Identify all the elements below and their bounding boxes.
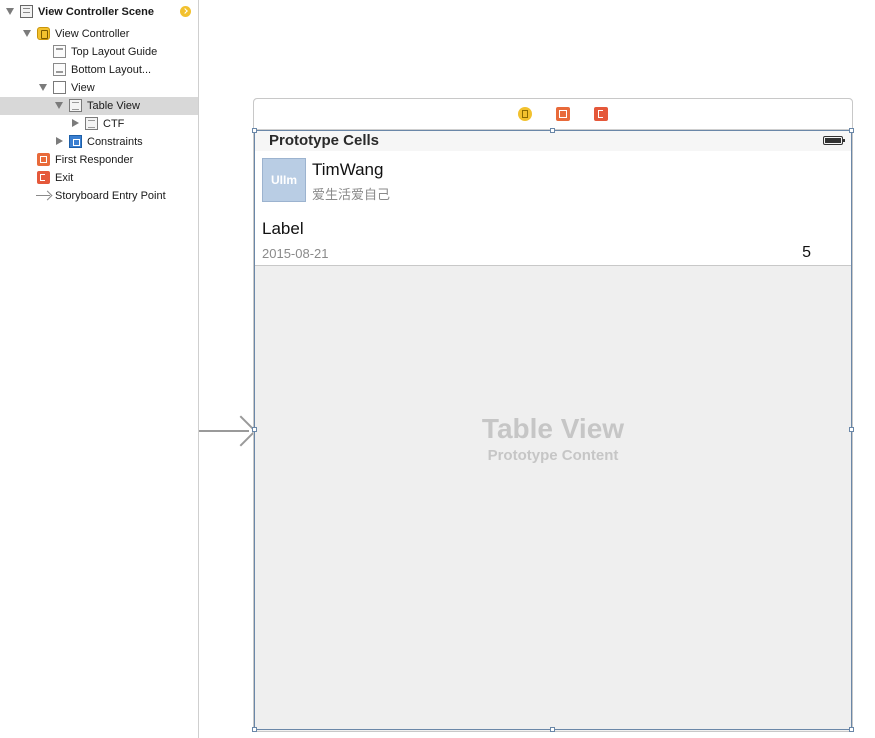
table-cell[interactable]: UIIm TimWang 爱生活爱自己 bbox=[255, 151, 851, 213]
view-controller-icon bbox=[37, 27, 50, 40]
outline-item-label: Table View bbox=[87, 100, 140, 112]
entry-arrow-icon bbox=[36, 191, 52, 201]
outline-row-storyboard-entry-point[interactable]: Storyboard Entry Point bbox=[0, 187, 198, 205]
constraints-icon bbox=[69, 135, 82, 148]
resize-handle[interactable] bbox=[849, 727, 854, 732]
outline-row-view[interactable]: View bbox=[0, 79, 198, 97]
exit-icon bbox=[37, 171, 50, 184]
cell-date-label[interactable]: 2015-08-21 bbox=[262, 246, 329, 261]
document-outline: View Controller Scene View Controller To… bbox=[0, 0, 199, 738]
disclosure-triangle-icon[interactable] bbox=[39, 84, 47, 91]
cell-title-label[interactable]: TimWang bbox=[312, 160, 383, 180]
resize-handle[interactable] bbox=[550, 128, 555, 133]
table-view[interactable]: Prototype Cells UIIm TimWang 爱生活爱自己 Labe… bbox=[252, 128, 854, 732]
view-controller-icon[interactable] bbox=[518, 107, 532, 121]
outline-item-label: First Responder bbox=[55, 154, 134, 166]
outline-row-exit[interactable]: Exit bbox=[0, 169, 198, 187]
table-view-placeholder: Table View Prototype Content bbox=[255, 413, 851, 464]
view-icon bbox=[53, 81, 66, 94]
disclosure-triangle-icon[interactable] bbox=[23, 30, 31, 37]
outline-item-label: Top Layout Guide bbox=[71, 46, 158, 58]
layout-guide-icon bbox=[53, 45, 66, 58]
disclosure-triangle-icon[interactable] bbox=[55, 102, 63, 109]
outline-item-label: Bottom Layout... bbox=[71, 64, 152, 76]
outline-row-bottom-layout-guide[interactable]: Bottom Layout... bbox=[0, 61, 198, 79]
scene-icon bbox=[20, 5, 33, 18]
first-responder-icon[interactable] bbox=[556, 107, 570, 121]
disclosure-triangle-icon[interactable] bbox=[6, 8, 14, 15]
layout-guide-icon bbox=[53, 63, 66, 76]
outline-item-label: View bbox=[71, 82, 95, 94]
resize-handle[interactable] bbox=[550, 727, 555, 732]
first-responder-icon bbox=[37, 153, 50, 166]
scene-dock bbox=[254, 99, 852, 130]
outline-item-label: View Controller bbox=[55, 28, 130, 40]
storyboard-entry-arrow[interactable] bbox=[199, 414, 257, 448]
cell-subtitle-label[interactable]: 爱生活爱自己 bbox=[312, 184, 390, 203]
prototype-cells-header: Prototype Cells bbox=[255, 131, 851, 151]
outline-item-label: Constraints bbox=[87, 136, 143, 148]
outline-row-ctf[interactable]: CTF bbox=[0, 115, 198, 133]
outline-row-top-layout-guide[interactable]: Top Layout Guide bbox=[0, 43, 198, 61]
resize-handle[interactable] bbox=[849, 427, 854, 432]
prototype-cells-title: Prototype Cells bbox=[269, 132, 380, 149]
outline-row-first-responder[interactable]: First Responder bbox=[0, 151, 198, 169]
disclosure-triangle-icon[interactable] bbox=[72, 119, 79, 127]
table-cell-icon bbox=[85, 117, 98, 130]
resize-handle[interactable] bbox=[252, 427, 257, 432]
placeholder-title: Table View bbox=[481, 413, 625, 444]
disclosure-triangle-icon[interactable] bbox=[56, 137, 63, 145]
outline-row-scene[interactable]: View Controller Scene bbox=[0, 3, 198, 21]
table-view-icon bbox=[69, 99, 82, 112]
cell-count-label[interactable]: 5 bbox=[802, 244, 811, 262]
go-to-scene-icon[interactable] bbox=[180, 6, 191, 17]
outline-row-constraints[interactable]: Constraints bbox=[0, 133, 198, 151]
outline-row-view-controller[interactable]: View Controller bbox=[0, 25, 198, 43]
table-cell[interactable]: Label 2015-08-21 5 bbox=[255, 213, 851, 266]
cell-label[interactable]: Label bbox=[262, 219, 304, 239]
outline-item-label: Exit bbox=[55, 172, 74, 184]
outline-item-label: Storyboard Entry Point bbox=[55, 190, 166, 202]
resize-handle[interactable] bbox=[849, 128, 854, 133]
resize-handle[interactable] bbox=[252, 128, 257, 133]
outline-row-table-view[interactable]: Table View bbox=[0, 97, 198, 115]
outline-item-label: View Controller Scene bbox=[38, 6, 154, 18]
placeholder-subtitle: Prototype Content bbox=[487, 447, 619, 464]
avatar-image[interactable]: UIIm bbox=[262, 158, 306, 202]
exit-icon[interactable] bbox=[594, 107, 608, 121]
battery-icon bbox=[823, 136, 845, 145]
outline-item-label: CTF bbox=[103, 118, 125, 130]
view-controller-scene[interactable]: Prototype Cells UIIm TimWang 爱生活爱自己 Labe… bbox=[252, 98, 854, 732]
resize-handle[interactable] bbox=[252, 727, 257, 732]
storyboard-canvas[interactable]: Prototype Cells UIIm TimWang 爱生活爱自己 Labe… bbox=[199, 0, 875, 738]
